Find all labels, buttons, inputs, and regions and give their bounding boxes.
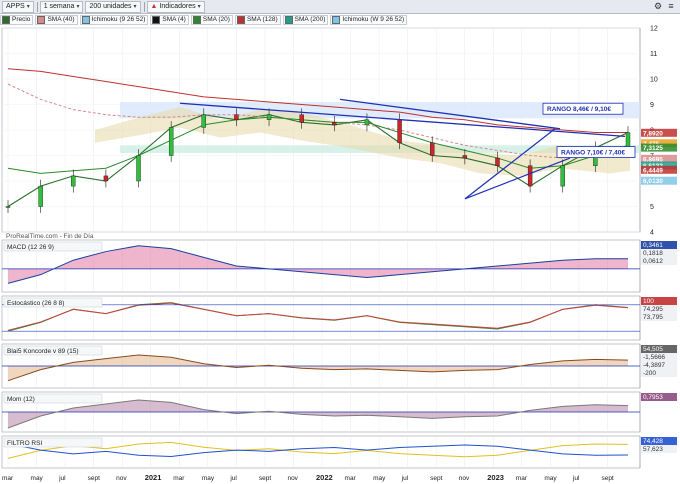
candle-body (462, 155, 468, 159)
candle-body (38, 185, 43, 207)
y-tick-label: 12 (650, 26, 658, 33)
candle-body (5, 206, 11, 208)
x-tick-label: nov (287, 475, 298, 482)
x-tick-label: sept (601, 475, 613, 482)
panel-value: 100 (643, 298, 654, 305)
watermark: ProRealTime.com - Fin de Día (6, 233, 94, 240)
price-label: 6,4449 (643, 167, 663, 174)
candle-body (495, 157, 500, 166)
x-tick-label: nov (116, 475, 127, 482)
candle-body (397, 119, 402, 143)
candle-body (299, 114, 304, 123)
x-tick-label: sept (259, 475, 271, 482)
x-tick-label: jul (229, 475, 237, 482)
candle-body (364, 119, 370, 126)
candle-body (560, 165, 565, 187)
panel-value: 0,3461 (643, 242, 663, 249)
x-tick-label: jul (58, 475, 66, 482)
candle-body (136, 155, 141, 182)
x-tick-label: may (202, 475, 215, 482)
x-tick-label: 2023 (487, 473, 504, 482)
panel-value: 0,1818 (643, 250, 663, 257)
x-tick-label: jul (401, 475, 409, 482)
annotation-range-low: RANGO 7,10€ / 7,40€ (561, 150, 625, 157)
panel-value: 74,295 (643, 306, 663, 313)
panel-value: 57,623 (643, 446, 663, 453)
panel-value: 0,7953 (643, 394, 663, 401)
y-tick-label: 9 (650, 102, 654, 109)
x-tick-label: 2021 (145, 473, 162, 482)
annotation-range-high: RANGO 8,46€ / 9,10€ (547, 106, 611, 113)
x-tick-label: sept (430, 475, 442, 482)
x-tick-label: may (373, 475, 386, 482)
x-tick-label: may (544, 475, 557, 482)
panel-value: 73,795 (643, 314, 663, 321)
x-tick-label: mar (2, 475, 14, 482)
panel-title: Mom (12) (7, 396, 35, 403)
x-tick-label: mar (345, 475, 357, 482)
x-tick-label: mar (516, 475, 528, 482)
candle-body (266, 114, 272, 120)
y-tick-label: 10 (650, 77, 658, 84)
candle-body (234, 114, 239, 120)
x-tick-label: jul (572, 475, 580, 482)
candle-body (430, 142, 435, 156)
x-tick-label: 2022 (316, 473, 333, 482)
chart-area: mar may jul sept nov 2021 mar may jul sept nov 2022… (1, 26, 677, 482)
price-label: 7,3125 (643, 145, 663, 152)
candle-body (527, 165, 533, 187)
panel-title: FILTRO RSI (7, 440, 42, 447)
x-tick-label: may (31, 475, 44, 482)
panel-value: -4,3897 (643, 362, 665, 369)
panel-value: 0,0612 (643, 258, 663, 265)
x-tick-label: mar (173, 475, 185, 482)
x-tick-label: sept (88, 475, 100, 482)
candle-body (625, 132, 631, 149)
candle-body (71, 175, 76, 187)
panel-value: 54,505 (643, 346, 663, 353)
panel-value: -200 (643, 370, 656, 377)
y-tick-label: 4 (650, 230, 654, 237)
price-label: 7,8920 (643, 130, 663, 137)
y-tick-label: 11 (650, 51, 657, 58)
panel-value: -1,5666 (643, 354, 665, 361)
candle-body (103, 175, 109, 182)
panel-title: MACD (12 26 9) (7, 244, 54, 251)
x-tick-label: nov (459, 475, 470, 482)
panel-value: 74,428 (643, 438, 663, 445)
candle-body (201, 114, 206, 128)
y-tick-label: 5 (650, 204, 654, 211)
candle-body (332, 122, 337, 126)
panel-title: Estocástico (26 8 8) (7, 300, 64, 307)
candle-body (168, 127, 174, 156)
panel-title: Blai5 Koncorde v 89 (15) (7, 348, 79, 355)
price-label: 6,0130 (643, 178, 663, 185)
